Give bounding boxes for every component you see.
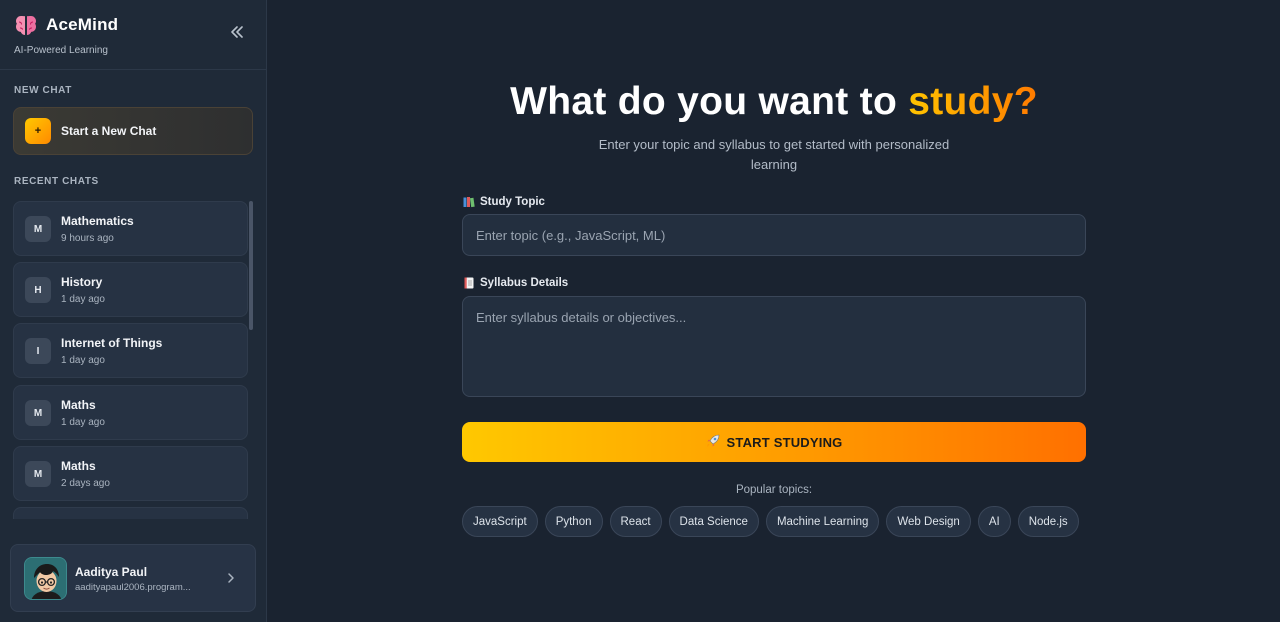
new-chat-section-label: NEW CHAT <box>14 85 72 96</box>
study-topic-input[interactable] <box>462 214 1086 256</box>
new-chat-button[interactable]: + Start a New Chat <box>13 107 253 155</box>
chat-timestamp: 1 day ago <box>61 355 105 366</box>
chat-initial-avatar: M <box>25 461 51 487</box>
books-icon <box>463 196 475 208</box>
recent-chat-item[interactable]: H History 1 day ago <box>13 262 248 317</box>
syllabus-details-label-text: Syllabus Details <box>480 277 569 289</box>
recent-chat-item[interactable]: M Maths 1 day ago <box>13 385 248 440</box>
topic-chip[interactable]: React <box>609 506 662 537</box>
study-topic-label-text: Study Topic <box>480 196 545 208</box>
user-name: Aaditya Paul <box>75 565 148 579</box>
brand-title: AceMind <box>46 15 119 34</box>
chat-title: History <box>61 275 103 289</box>
chat-initial-avatar: H <box>25 277 51 303</box>
chat-timestamp: 1 day ago <box>61 294 105 305</box>
syllabus-details-textarea[interactable] <box>462 296 1086 397</box>
recent-chats-section-label: RECENT CHATS <box>14 176 99 187</box>
chevron-right-icon <box>225 571 237 585</box>
start-studying-button[interactable]: START STUDYING <box>462 422 1086 462</box>
topic-chip[interactable]: AI <box>977 506 1011 537</box>
page-title: What do you want to study? <box>462 80 1086 124</box>
chat-timestamp: 9 hours ago <box>61 233 114 244</box>
rocket-icon <box>706 434 720 451</box>
chat-initial-avatar: M <box>25 400 51 426</box>
chat-initial-avatar: I <box>25 338 51 364</box>
start-studying-label: START STUDYING <box>726 434 843 450</box>
new-chat-label: Start a New Chat <box>61 124 157 138</box>
recent-chat-item[interactable]: M Mathematics 9 hours ago <box>13 201 248 256</box>
chat-title: Internet of Things <box>61 336 163 350</box>
page-subtitle: Enter your topic and syllabus to get sta… <box>598 137 950 172</box>
popular-topics-list: JavaScript Python React Data Science Mac… <box>462 506 1092 537</box>
brand-subtitle: AI-Powered Learning <box>14 45 108 56</box>
chat-timestamp: 2 days ago <box>61 478 110 489</box>
page-title-highlight: study? <box>908 80 1038 123</box>
user-avatar <box>24 557 67 600</box>
user-profile-card[interactable]: Aaditya Paul aadityapaul2006.program... <box>10 544 256 612</box>
sidebar-divider <box>0 69 266 70</box>
recent-chat-item[interactable]: M Maths 2 days ago <box>13 446 248 501</box>
topic-chip[interactable]: Machine Learning <box>765 506 880 537</box>
brain-icon <box>14 14 38 36</box>
chat-initial-avatar: M <box>25 216 51 242</box>
plus-icon: + <box>25 118 51 144</box>
topic-chip[interactable]: Web Design <box>886 506 971 537</box>
recent-chats-list[interactable]: M Mathematics 9 hours ago H History 1 da… <box>13 201 249 519</box>
topic-chip[interactable]: Node.js <box>1017 506 1079 537</box>
chat-title: Maths <box>61 459 96 473</box>
recent-chat-item[interactable]: I Internet of Things 1 day ago <box>13 323 248 378</box>
chat-title: Maths <box>61 398 96 412</box>
chat-title: Mathematics <box>61 214 134 228</box>
study-topic-label: Study Topic <box>463 196 545 208</box>
document-icon <box>463 277 475 289</box>
collapse-sidebar-button[interactable] <box>226 24 248 44</box>
sidebar: AceMind AI-Powered Learning NEW CHAT + S… <box>0 0 267 622</box>
topic-chip[interactable]: Data Science <box>668 506 759 537</box>
syllabus-details-label: Syllabus Details <box>463 277 568 289</box>
brand: AceMind AI-Powered Learning <box>14 14 118 56</box>
recent-chat-item-partial[interactable] <box>13 507 248 519</box>
topic-chip[interactable]: Python <box>544 506 603 537</box>
user-email: aadityapaul2006.program... <box>75 582 191 593</box>
chat-timestamp: 1 day ago <box>61 417 105 428</box>
double-chevron-left-icon <box>230 25 244 43</box>
popular-topics-label: Popular topics: <box>735 484 813 496</box>
page-title-prefix: What do you want to <box>510 80 909 123</box>
recent-chats-scrollbar[interactable] <box>249 201 253 330</box>
topic-chip[interactable]: JavaScript <box>462 506 538 537</box>
